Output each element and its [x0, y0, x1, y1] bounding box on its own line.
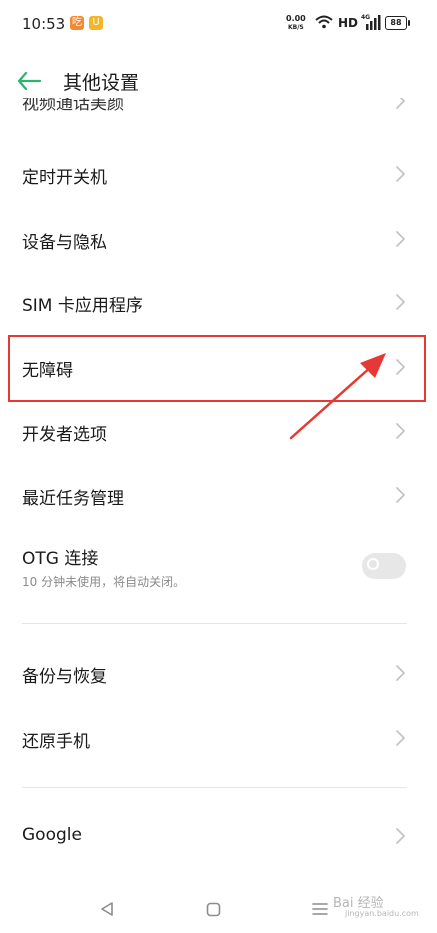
settings-item-backup-restore[interactable]: 备份与恢复 — [0, 642, 437, 706]
settings-item-label: 开发者选项 — [22, 425, 107, 445]
hd-voice-indicator: HD — [338, 16, 359, 30]
chevron-right-icon — [394, 230, 406, 248]
settings-item-scheduled-power[interactable]: 定时开关机 — [0, 143, 437, 207]
nav-back-icon[interactable] — [99, 901, 115, 917]
settings-item-label: SIM 卡应用程序 — [22, 296, 143, 316]
chevron-right-icon — [394, 486, 406, 504]
page-title: 其他设置 — [63, 72, 140, 94]
settings-item-label: 最近任务管理 — [22, 489, 124, 509]
settings-item-google[interactable]: Google — [0, 805, 437, 869]
settings-item-label: 视频通话美颜 — [22, 98, 124, 114]
battery-icon: 88 — [385, 16, 410, 30]
cellular-signal-icon: 4G — [361, 14, 381, 30]
chevron-right-icon — [394, 293, 406, 311]
svg-text:4G: 4G — [361, 14, 370, 21]
settings-item-label: OTG 连接 — [22, 549, 99, 569]
status-bar: 10:53 吃 U 0.00 KB/S HD 4G 88 — [0, 0, 437, 50]
app-notification-icon: U — [89, 16, 103, 30]
chevron-right-icon — [394, 165, 406, 183]
settings-item-label: 还原手机 — [22, 732, 90, 752]
navigation-bar: Bai 经验 jingyan.baidu.com — [0, 880, 437, 933]
settings-item-description: 10 分钟未使用，将自动关闭。 — [22, 575, 186, 589]
back-arrow-icon[interactable] — [16, 70, 42, 92]
settings-item-label: Google — [22, 825, 82, 845]
settings-item-device-privacy[interactable]: 设备与隐私 — [0, 207, 437, 271]
chevron-right-icon — [394, 422, 406, 440]
settings-item-recent-tasks[interactable]: 最近任务管理 — [0, 464, 437, 528]
chevron-right-icon — [394, 729, 406, 747]
app-notification-icon: 吃 — [70, 16, 84, 30]
nav-home-icon[interactable] — [206, 902, 221, 917]
chevron-right-icon — [394, 664, 406, 682]
settings-item-sim-apps[interactable]: SIM 卡应用程序 — [0, 271, 437, 335]
settings-item-reset-phone[interactable]: 还原手机 — [0, 706, 437, 770]
toggle-knob — [367, 558, 379, 570]
wifi-icon — [315, 15, 333, 29]
settings-item-label: 设备与隐私 — [22, 233, 107, 253]
network-speed: 0.00 KB/S — [286, 14, 306, 31]
chevron-right-icon — [394, 827, 406, 845]
section-divider — [22, 623, 407, 624]
status-time: 10:53 — [22, 15, 66, 33]
chevron-right-icon — [394, 98, 406, 110]
settings-item-label: 备份与恢复 — [22, 667, 107, 687]
section-divider — [22, 787, 407, 788]
annotation-arrow-icon — [289, 353, 386, 440]
nav-menu-icon[interactable] — [312, 902, 328, 916]
otg-toggle-switch[interactable] — [362, 553, 406, 579]
settings-item-label: 定时开关机 — [22, 168, 107, 188]
watermark-url: jingyan.baidu.com — [345, 909, 419, 918]
settings-item-clipped[interactable]: 视频通话美颜 — [0, 98, 437, 120]
